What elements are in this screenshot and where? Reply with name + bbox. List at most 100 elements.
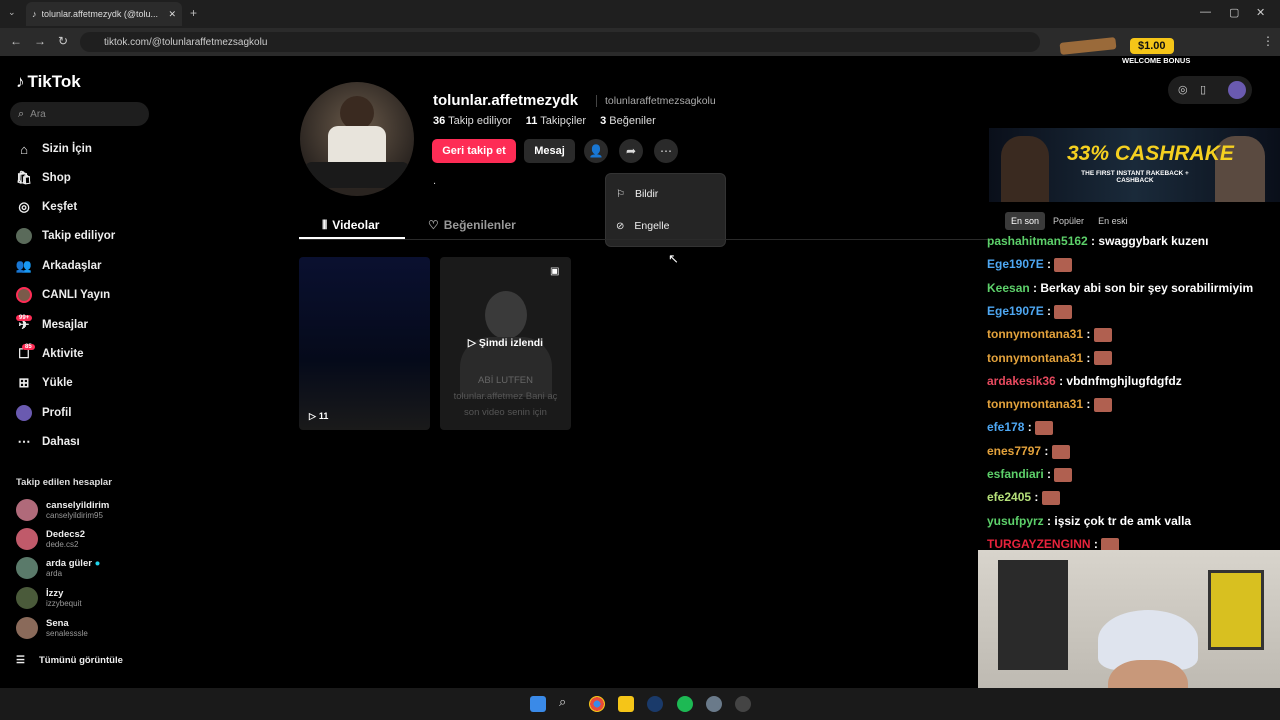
- sidebar-item-more[interactable]: ⋯ Dahası: [16, 434, 80, 450]
- add-friend-icon[interactable]: 👤: [584, 139, 608, 163]
- chat-emote-icon: [1041, 491, 1060, 506]
- chat-username[interactable]: yusufpyrz: [987, 514, 1044, 528]
- search-box[interactable]: ⌕ Ara: [10, 102, 149, 126]
- chat-username[interactable]: tonnymontana31: [987, 397, 1083, 411]
- chat-username[interactable]: efe2405: [987, 490, 1031, 504]
- following-stat[interactable]: 36 Takip ediliyor: [433, 115, 512, 127]
- compass-icon[interactable]: ◎: [1178, 83, 1188, 96]
- chat-emote-icon: [1093, 397, 1112, 412]
- chat-emote-icon: [1035, 421, 1054, 436]
- tab-latest[interactable]: En son: [1005, 212, 1046, 230]
- menu-dots-icon[interactable]: ⋮: [1262, 34, 1274, 48]
- minimize-icon[interactable]: —: [1200, 6, 1211, 18]
- video-views: ▷ 11: [309, 411, 329, 421]
- tab-liked[interactable]: ♡ Beğenilenler: [428, 218, 516, 232]
- chrome-icon[interactable]: [589, 696, 605, 712]
- block-option[interactable]: ⊘ Engelle: [616, 220, 669, 232]
- share-icon[interactable]: ➦: [619, 139, 643, 163]
- reload-icon[interactable]: ↻: [58, 34, 68, 48]
- tab-oldest[interactable]: En eski: [1092, 212, 1134, 230]
- sidebar-item-shop[interactable]: 🛍 Shop: [16, 170, 71, 186]
- chat-username[interactable]: ardakesik36: [987, 374, 1056, 388]
- sidebar-item-upload[interactable]: ⊞ Yükle: [16, 375, 73, 391]
- chat-username[interactable]: esfandiari: [987, 467, 1044, 481]
- logo-text: TikTok: [27, 72, 81, 91]
- chat-text: işsiz çok tr de amk valla: [1054, 513, 1192, 528]
- chat-emote-icon: [1054, 258, 1073, 273]
- following-account[interactable]: Dedecs2 dede.cs2: [16, 528, 85, 550]
- account-name: arda güler ●: [46, 558, 101, 569]
- tiktok-logo[interactable]: ♪ TikTok: [16, 72, 81, 92]
- follow-back-button[interactable]: Geri takip et: [432, 139, 516, 163]
- sidebar-item-label: Takip ediliyor: [42, 230, 116, 242]
- profile-avatar[interactable]: [300, 82, 414, 196]
- sidebar-item-for-you[interactable]: ⌂ Sizin İçin: [16, 141, 92, 157]
- message-button[interactable]: Mesaj: [524, 139, 575, 163]
- sidebar-item-live[interactable]: CANLI Yayın: [16, 287, 110, 303]
- new-tab-icon[interactable]: +: [190, 6, 197, 20]
- steam-icon[interactable]: [647, 696, 663, 712]
- close-window-icon[interactable]: ✕: [1256, 6, 1265, 19]
- see-all-button[interactable]: ☰ Tümünü görüntüle: [16, 655, 123, 666]
- settings-icon[interactable]: [706, 696, 722, 712]
- video-card[interactable]: ▣ ▷ Şimdi izlendi ABİ LUTFEN tolunlar.af…: [440, 257, 571, 430]
- following-account[interactable]: canselyildirim canselyildirim95: [16, 499, 109, 521]
- phone-icon[interactable]: ▯: [1200, 83, 1206, 96]
- chat-username[interactable]: Keesan: [987, 281, 1030, 295]
- sidebar-item-label: Arkadaşlar: [42, 260, 102, 272]
- maximize-icon[interactable]: ▢: [1229, 6, 1239, 19]
- tab-popular[interactable]: Popüler: [1047, 212, 1090, 230]
- sidebar-item-friends[interactable]: 👥 Arkadaşlar: [16, 258, 102, 274]
- toolbar-pill: ◎ ▯: [1168, 76, 1252, 104]
- file-explorer-icon[interactable]: [618, 696, 634, 712]
- chat-username[interactable]: tonnymontana31: [987, 327, 1083, 341]
- account-handle: canselyildirim95: [46, 511, 103, 520]
- browser-tab[interactable]: ♪ tolunlar.affetmezydk (@tolu... ✕: [26, 2, 182, 26]
- banner-subtext: THE FIRST INSTANT RAKEBACK + CASHBACK: [1081, 170, 1189, 184]
- url-field[interactable]: tiktok.com/@tolunlaraffetmezsagkolu: [80, 32, 1040, 52]
- sidebar-item-explore[interactable]: ◎ Keşfet: [16, 199, 77, 215]
- divider: [596, 95, 597, 107]
- sidebar-item-following[interactable]: Takip ediliyor: [16, 228, 115, 244]
- chat-username[interactable]: Ege1907E: [987, 304, 1044, 318]
- bonus-ad[interactable]: $1.00 WELCOME BONUS: [1059, 34, 1220, 74]
- avatar[interactable]: [1228, 81, 1246, 99]
- chat-username[interactable]: tonnymontana31: [987, 351, 1083, 365]
- windows-start-icon[interactable]: [530, 696, 546, 712]
- avatar: [16, 587, 38, 609]
- more-icon: ⋯: [17, 434, 31, 449]
- chat-username[interactable]: efe178: [987, 420, 1024, 434]
- app-icon[interactable]: [735, 696, 751, 712]
- search-icon[interactable]: ⌕: [559, 694, 575, 710]
- heart-icon: ♡: [428, 218, 439, 232]
- chat-username[interactable]: enes7797: [987, 444, 1041, 458]
- following-account[interactable]: İzzy izzybequit: [16, 587, 82, 609]
- search-input[interactable]: Ara: [30, 109, 46, 120]
- avatar: [16, 617, 38, 639]
- block-icon: ⊘: [616, 220, 625, 232]
- close-tab-icon[interactable]: ✕: [168, 9, 176, 20]
- tab-list-icon[interactable]: ⌄: [8, 7, 16, 18]
- video-card[interactable]: ▷ 11: [299, 257, 430, 430]
- chat-text: vbdnfmghjlugfdgfdz: [1066, 373, 1182, 388]
- chat-message: tonnymontana31 :: [987, 327, 1112, 343]
- chat-username[interactable]: Ege1907E: [987, 257, 1044, 271]
- grid-icon: ⦀: [322, 218, 328, 232]
- bonus-text: WELCOME BONUS: [1122, 56, 1191, 65]
- report-option[interactable]: ⚐ Bildir: [616, 188, 658, 200]
- back-icon[interactable]: ←: [10, 34, 22, 48]
- followers-stat[interactable]: 11 Takipçiler: [526, 115, 586, 127]
- cashrake-banner[interactable]: 33% CASHRAKE THE FIRST INSTANT RAKEBACK …: [989, 128, 1280, 202]
- more-options-icon[interactable]: ⋯: [654, 139, 678, 163]
- avatar: [16, 499, 38, 521]
- spotify-icon[interactable]: [677, 696, 693, 712]
- following-account[interactable]: Sena senalesssle: [16, 617, 88, 639]
- avatar-head: [340, 96, 374, 130]
- chat-username[interactable]: TURGAYZENGINN: [987, 537, 1091, 551]
- following-account[interactable]: arda güler ● arda: [16, 557, 100, 579]
- sidebar-item-profile[interactable]: Profil: [16, 405, 71, 421]
- tab-videos[interactable]: ⦀ Videolar: [322, 218, 379, 233]
- activity-badge: 85: [22, 344, 35, 350]
- chat-username[interactable]: pashahitman5162: [987, 236, 1088, 248]
- forward-icon[interactable]: →: [34, 34, 46, 48]
